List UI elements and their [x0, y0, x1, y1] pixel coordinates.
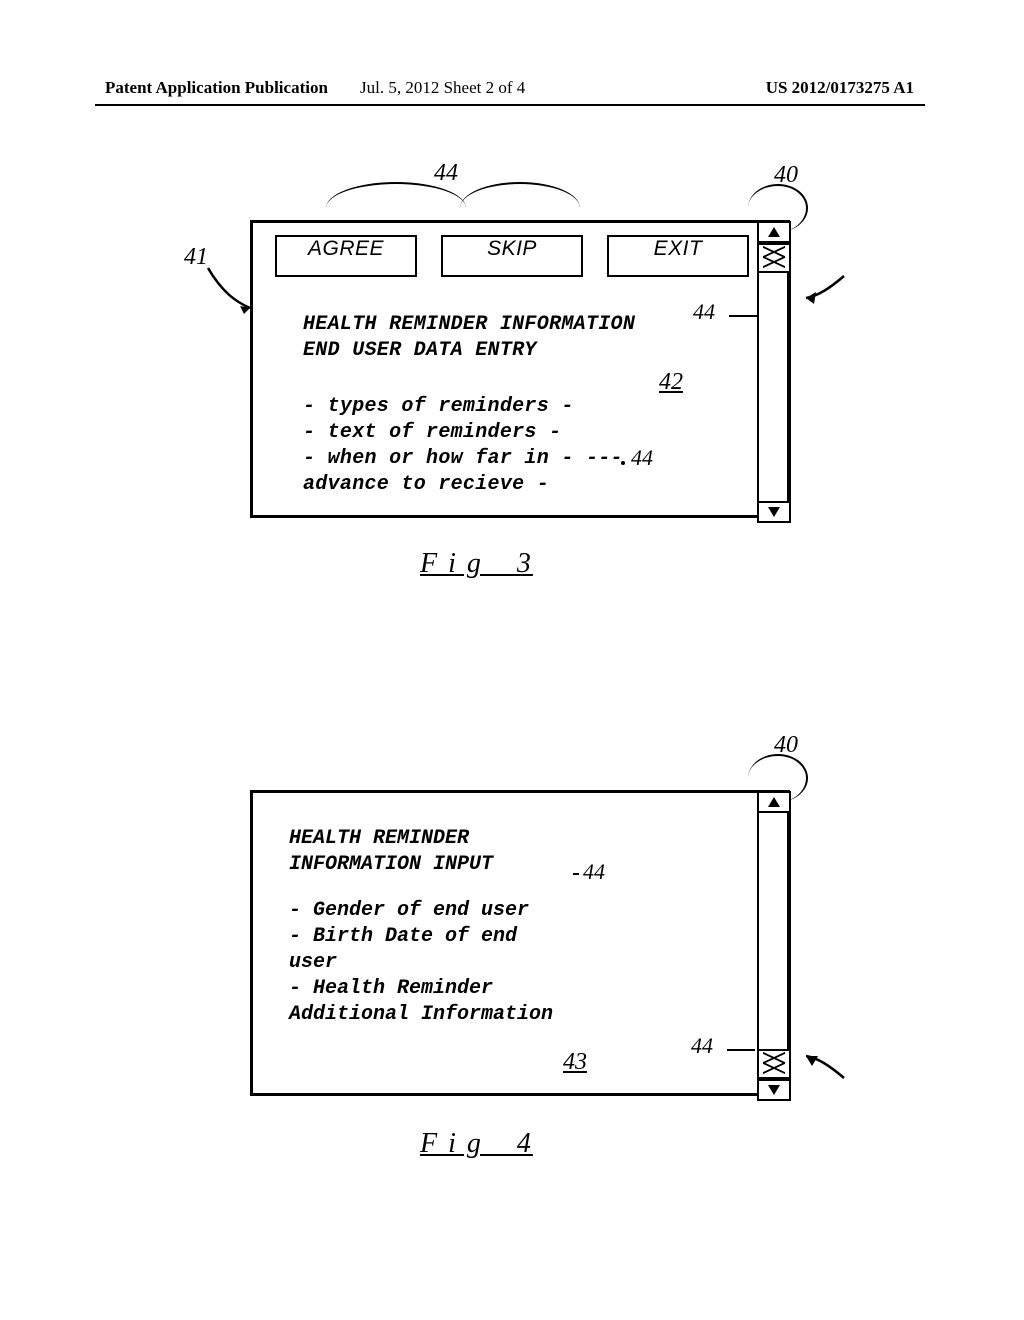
bullet-line: - types of reminders - — [303, 395, 574, 418]
figure-4: 40 HEALTH REMINDER INFORMATION INPUT 44 … — [250, 754, 810, 1114]
header-mid: Jul. 5, 2012 Sheet 2 of 4 — [360, 78, 525, 98]
ref-label-42: 42 — [659, 369, 683, 396]
dot-icon — [621, 461, 625, 465]
scrollbar[interactable] — [757, 221, 791, 523]
bullet-line: user — [289, 951, 337, 974]
panel-title-line1: HEALTH REMINDER — [289, 827, 469, 850]
agree-button[interactable]: AGREE — [275, 235, 417, 277]
bullet-line: - when or how far in - --- — [303, 447, 623, 470]
ref-label-44: 44 — [691, 1033, 713, 1059]
panel-title-line2: END USER DATA ENTRY — [303, 339, 537, 362]
header-left: Patent Application Publication — [105, 78, 328, 98]
cursor-pointer-icon — [800, 268, 850, 318]
bullet-line: - text of reminders - — [303, 421, 561, 444]
figure-3-caption: F i g _ 3 — [420, 548, 533, 580]
ref-label-44: 44 — [434, 160, 458, 187]
bullet-line: Additional Information — [289, 1003, 553, 1026]
triangle-up-icon — [766, 225, 782, 239]
dialog-panel: AGREE SKIP EXIT HEALTH REMINDER INFORMAT… — [250, 220, 790, 518]
scroll-thumb[interactable] — [757, 1049, 791, 1079]
skip-button[interactable]: SKIP — [441, 235, 583, 277]
dialog-panel: HEALTH REMINDER INFORMATION INPUT 44 - G… — [250, 790, 790, 1096]
cursor-pointer-icon — [800, 1038, 850, 1088]
panel-title-line2: INFORMATION INPUT — [289, 853, 493, 876]
scroll-up-button[interactable] — [757, 791, 791, 813]
dash-icon — [573, 873, 579, 875]
bullet-line: - Birth Date of end — [289, 925, 517, 948]
scroll-up-button[interactable] — [757, 221, 791, 243]
scrollbar[interactable] — [757, 791, 791, 1101]
bullet-line: advance to recieve - — [303, 473, 549, 496]
page: Patent Application Publication Jul. 5, 2… — [0, 0, 1024, 1320]
triangle-up-icon — [766, 795, 782, 809]
scroll-thumb[interactable] — [757, 243, 791, 273]
header-right: US 2012/0173275 A1 — [766, 78, 914, 98]
triangle-down-icon — [766, 1083, 782, 1097]
panel-title-line1: HEALTH REMINDER INFORMATION — [303, 313, 635, 336]
ref-label-44: 44 — [583, 859, 605, 885]
bullet-line: - Health Reminder — [289, 977, 493, 1000]
bullet-line: - Gender of end user — [289, 899, 529, 922]
triangle-down-icon — [766, 505, 782, 519]
header-rule — [95, 104, 925, 106]
scroll-down-button[interactable] — [757, 501, 791, 523]
scroll-down-button[interactable] — [757, 1079, 791, 1101]
ref-label-44: 44 — [693, 299, 715, 325]
ref-label-43: 43 — [563, 1049, 587, 1076]
figure-3: 44 40 41 AGREE SKIP EXIT HEALTH REMINDER… — [250, 184, 810, 530]
ref-label-44: 44 — [631, 445, 653, 471]
figure-4-caption: F i g _ 4 — [420, 1128, 533, 1160]
exit-button[interactable]: EXIT — [607, 235, 749, 277]
